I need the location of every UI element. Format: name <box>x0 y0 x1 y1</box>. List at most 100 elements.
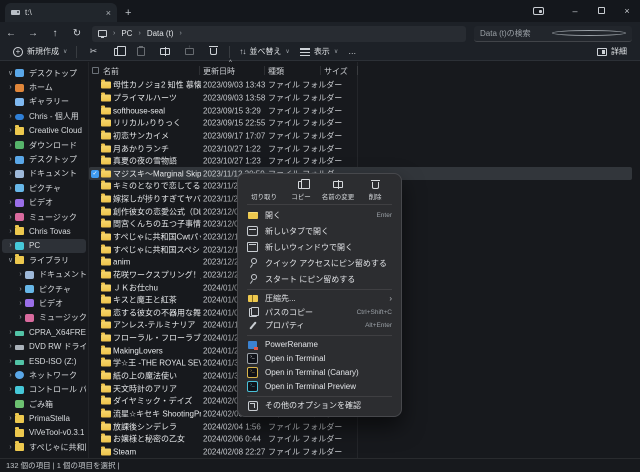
sidebar-item-pictures[interactable]: ›ピクチャ <box>2 282 86 296</box>
menu-item-terminal-preview[interactable]: Open in Terminal Preview <box>242 380 397 394</box>
sidebar-item-pc[interactable]: ›PC <box>2 239 86 253</box>
menu-item-zip[interactable]: 圧縮先...› <box>242 292 397 306</box>
tab-close-icon[interactable]: × <box>106 8 111 18</box>
new-button[interactable]: + 新規作成 ∨ <box>8 44 72 59</box>
chevron-right-icon[interactable]: › <box>6 242 15 249</box>
rename-button[interactable] <box>153 48 177 55</box>
file-row[interactable]: 初恋サンカイメ2023/09/17 17:07ファイル フォルダー <box>89 130 640 143</box>
sidebar-item-control-panel[interactable]: ›コントロール パネ <box>2 383 86 397</box>
breadcrumb[interactable]: › PC › Data (t) › <box>92 26 466 42</box>
sidebar-item-download[interactable]: ›ダウンロード <box>2 138 86 152</box>
chevron-down-icon[interactable]: ∨ <box>6 256 15 264</box>
sidebar-item-dvd[interactable]: ›DVD RW ドライ <box>2 339 86 353</box>
more-button[interactable]: … <box>343 44 361 59</box>
sidebar-item-drive[interactable]: ›CPRA_X64FRE <box>2 325 86 339</box>
sidebar-item-videos[interactable]: ›ビデオ <box>2 296 86 310</box>
menu-item-properties[interactable]: プロパティAlt+Enter <box>242 319 397 333</box>
sidebar-item-home[interactable]: ›ホーム <box>2 80 86 94</box>
search-input[interactable]: Data (t)の検索 <box>474 26 632 42</box>
sidebar-item-desktop[interactable]: ∨デスクトップ <box>2 66 86 80</box>
sort-button[interactable]: ↑↓ 並べ替え ∨ <box>234 44 294 59</box>
chevron-right-icon[interactable]: › <box>16 271 25 278</box>
chevron-right-icon[interactable]: › <box>6 444 15 451</box>
chevron-right-icon[interactable]: › <box>16 286 25 293</box>
chevron-right-icon[interactable]: › <box>6 170 15 177</box>
chevron-right-icon[interactable]: › <box>6 142 15 149</box>
titlebar-extra-icon[interactable] <box>533 7 544 15</box>
chevron-right-icon[interactable]: › <box>6 372 15 379</box>
file-row[interactable]: リリカル♪りりっく2023/09/15 22:55ファイル フォルダー <box>89 117 640 130</box>
cut-button[interactable]: ✂ <box>81 46 105 57</box>
details-toggle[interactable]: 詳細 <box>592 44 632 59</box>
column-header-date[interactable]: ^ 更新日時 <box>203 66 235 77</box>
menu-item-show-more[interactable]: その他のオプションを確認 <box>242 399 397 413</box>
chevron-right-icon[interactable]: › <box>6 156 15 163</box>
sidebar-item-drive[interactable]: ›ESD-ISO (Z:) <box>2 354 86 368</box>
sidebar-item-documents[interactable]: ›ドキュメント <box>2 267 86 281</box>
share-button[interactable] <box>177 48 201 55</box>
menu-item-terminal[interactable]: Open in Terminal <box>242 352 397 366</box>
file-row[interactable]: 母性カノジョ2 知性 慕懐編2023/09/03 13:43ファイル フォルダー <box>89 79 640 92</box>
chevron-right-icon[interactable]: › <box>6 329 15 336</box>
view-button[interactable]: 表示 ∨ <box>295 44 343 59</box>
menu-item-pin[interactable]: クイック アクセスにピン留めする <box>242 255 397 271</box>
copy-button[interactable] <box>105 48 129 56</box>
sidebar-item-folder[interactable]: ›Creative Cloud <box>2 124 86 138</box>
menu-item-pin[interactable]: スタート にピン留めする <box>242 271 397 287</box>
chevron-right-icon[interactable]: › <box>6 127 15 134</box>
sidebar-item-music[interactable]: ›ミュージック <box>2 311 86 325</box>
menu-item-new-tab[interactable]: 新しいタブで開く <box>242 223 397 239</box>
chevron-right-icon[interactable]: › <box>16 300 25 307</box>
menu-item-folder-open[interactable]: 開くEnter <box>242 207 397 223</box>
cut-button[interactable]: 切り取り <box>246 179 282 201</box>
sidebar-item-onedrive[interactable]: ›Chris - 個人用 <box>2 109 86 123</box>
up-button[interactable]: ↑ <box>44 28 66 39</box>
chevron-right-icon[interactable]: › <box>6 185 15 192</box>
chevron-right-icon[interactable]: › <box>6 214 15 221</box>
sidebar-item-recycle-bin[interactable]: ごみ箱 <box>2 397 86 411</box>
delete-button[interactable]: 削除 <box>357 179 393 201</box>
sidebar-item-folder[interactable]: ›すぺじゃに共和国 <box>2 440 86 454</box>
file-row[interactable]: Steam2024/02/08 22:27ファイル フォルダー <box>89 446 640 459</box>
header-checkbox[interactable] <box>92 67 99 74</box>
sidebar-item-folder[interactable]: ›Chris Tovas <box>2 224 86 238</box>
forward-button[interactable]: → <box>22 28 44 39</box>
paste-button[interactable] <box>129 47 153 56</box>
minimize-button[interactable]: – <box>562 6 588 16</box>
sidebar-item-videos[interactable]: ›ビデオ <box>2 196 86 210</box>
sidebar-item-folder[interactable]: ViVeTool-v0.3.1 <box>2 426 86 440</box>
sidebar-item-gallery[interactable]: ギャラリー <box>2 95 86 109</box>
tab-data-t[interactable]: t:\ × <box>5 3 117 22</box>
chevron-right-icon[interactable]: › <box>6 386 15 393</box>
menu-item-powerrename[interactable]: PowerRename <box>242 338 397 352</box>
column-header-name[interactable]: 名前 <box>103 66 119 77</box>
sidebar-item-music[interactable]: ›ミュージック <box>2 210 86 224</box>
chevron-right-icon[interactable]: › <box>6 199 15 206</box>
menu-item-terminal-canary[interactable]: Open in Terminal (Canary) <box>242 366 397 380</box>
file-row[interactable]: 放課後シンデレラ2024/02/04 1:56ファイル フォルダー <box>89 420 640 433</box>
chevron-right-icon[interactable]: › <box>6 343 15 350</box>
menu-item-new-window[interactable]: 新しいウィンドウで開く <box>242 239 397 255</box>
column-header-size[interactable]: サイズ <box>324 66 348 77</box>
maximize-button[interactable] <box>588 6 614 16</box>
sidebar-item-network[interactable]: ›ネットワーク <box>2 368 86 382</box>
new-tab-button[interactable]: + <box>125 7 131 19</box>
file-row[interactable]: 真夏の夜の雪物語2023/10/27 1:23ファイル フォルダー <box>89 155 640 168</box>
menu-item-copy-path[interactable]: パスのコピーCtrl+Shift+C <box>242 306 397 320</box>
chevron-right-icon[interactable]: › <box>16 314 25 321</box>
sidebar-item-documents[interactable]: ›ドキュメント <box>2 167 86 181</box>
delete-button[interactable] <box>201 48 225 55</box>
file-row[interactable]: お嬢様と秘密の乙女2024/02/06 0:44ファイル フォルダー <box>89 433 640 446</box>
file-row[interactable]: softhouse-seal2023/09/15 3:29ファイル フォルダー <box>89 104 640 117</box>
sidebar-item-folder[interactable]: ›PrimaStella <box>2 411 86 425</box>
chevron-right-icon[interactable]: › <box>6 113 15 120</box>
sidebar-item-folder[interactable]: ∨ライブラリ <box>2 253 86 267</box>
chevron-down-icon[interactable]: ∨ <box>6 69 15 77</box>
chevron-right-icon[interactable]: › <box>6 415 15 422</box>
chevron-right-icon[interactable]: › <box>6 84 15 91</box>
sidebar-item-pictures[interactable]: ›ピクチャ <box>2 181 86 195</box>
refresh-button[interactable]: ↻ <box>66 28 88 39</box>
copy-button[interactable]: コピー <box>283 179 319 201</box>
column-header-type[interactable]: 種類 <box>268 66 284 77</box>
chevron-right-icon[interactable]: › <box>6 358 15 365</box>
